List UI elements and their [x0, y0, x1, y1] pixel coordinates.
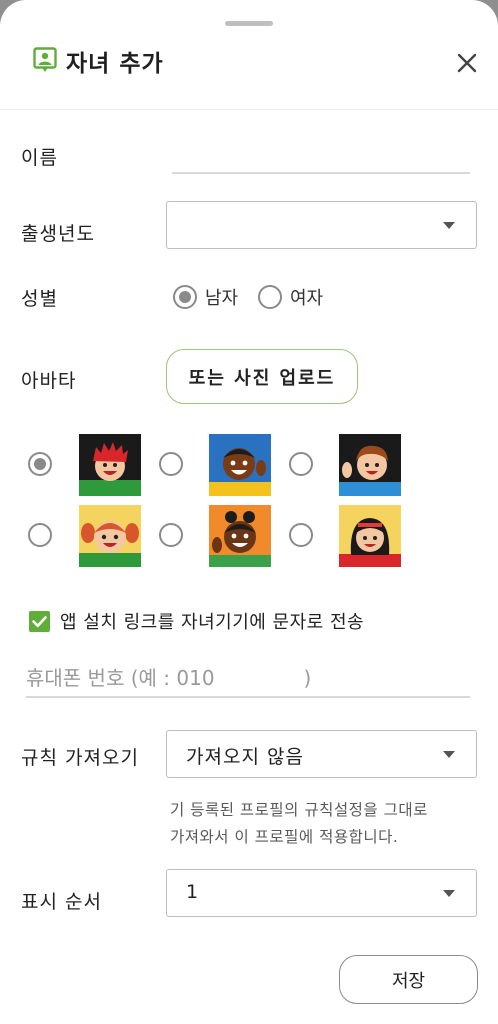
name-label: 이름 [21, 147, 58, 169]
name-input[interactable] [172, 140, 470, 174]
chevron-down-icon [443, 751, 455, 758]
avatar-dark-skin-girl-waving[interactable] [209, 505, 271, 567]
avatar-radio-5[interactable] [159, 523, 183, 547]
upload-photo-button[interactable]: 또는 사진 업로드 [166, 349, 358, 404]
rules-hint-line-1: 기 등록된 프로필의 규칙설정을 그대로 [170, 801, 428, 819]
chevron-down-icon [443, 890, 455, 897]
birth-year-label: 출생년도 [21, 223, 95, 245]
display-order-select[interactable]: 1 [166, 869, 477, 917]
avatar-radio-6[interactable] [289, 523, 313, 547]
add-child-dialog: 자녀 추가 이름 출생년도 성별 남자 여자 아바타 또는 사진 업로드 앱 설… [0, 0, 498, 1024]
avatar-brown-hair-boy-waving[interactable] [339, 434, 401, 496]
child-profile-icon [33, 47, 57, 72]
rules-hint: 기 등록된 프로필의 규칙설정을 그대로 가져와서 이 프로필에 적용합니다. [170, 797, 428, 851]
save-button[interactable]: 저장 [339, 955, 478, 1004]
display-order-value: 1 [186, 881, 200, 903]
close-icon[interactable] [452, 48, 482, 78]
rules-label: 규칙 가져오기 [21, 747, 139, 769]
avatar-radio-1[interactable] [28, 452, 52, 476]
sms-checkbox-label: 앱 설치 링크를 자녀기기에 문자로 전송 [60, 612, 365, 633]
checkmark-icon [32, 616, 47, 628]
birth-year-select[interactable] [166, 201, 477, 249]
avatar-radio-4[interactable] [28, 523, 52, 547]
avatar-label: 아바타 [21, 370, 77, 392]
avatar-red-hair-girl[interactable] [79, 505, 141, 567]
gender-male-text: 남자 [205, 288, 239, 309]
rules-value: 가져오지 않음 [186, 746, 304, 768]
rules-hint-line-2: 가져와서 이 프로필에 적용합니다. [170, 828, 399, 846]
gender-male-option[interactable]: 남자 [173, 284, 238, 310]
avatar-red-hair-boy[interactable] [79, 434, 141, 496]
gender-female-text: 여자 [290, 288, 324, 309]
avatar-black-hair-girl[interactable] [339, 505, 401, 567]
avatar-radio-2[interactable] [159, 452, 183, 476]
gender-female-option[interactable]: 여자 [258, 284, 323, 310]
gender-female-radio[interactable] [258, 285, 282, 309]
gender-label: 성별 [21, 288, 58, 310]
display-order-label: 표시 순서 [21, 891, 102, 913]
chevron-down-icon [443, 222, 455, 229]
phone-number-input[interactable] [26, 660, 470, 698]
dialog-title: 자녀 추가 [66, 51, 164, 77]
gender-male-radio[interactable] [173, 285, 197, 309]
avatar-radio-3[interactable] [289, 452, 313, 476]
sms-checkbox[interactable] [29, 611, 50, 632]
rules-select[interactable]: 가져오지 않음 [166, 730, 477, 778]
drag-handle[interactable] [225, 21, 273, 26]
avatar-dark-skin-boy-waving[interactable] [209, 434, 271, 496]
